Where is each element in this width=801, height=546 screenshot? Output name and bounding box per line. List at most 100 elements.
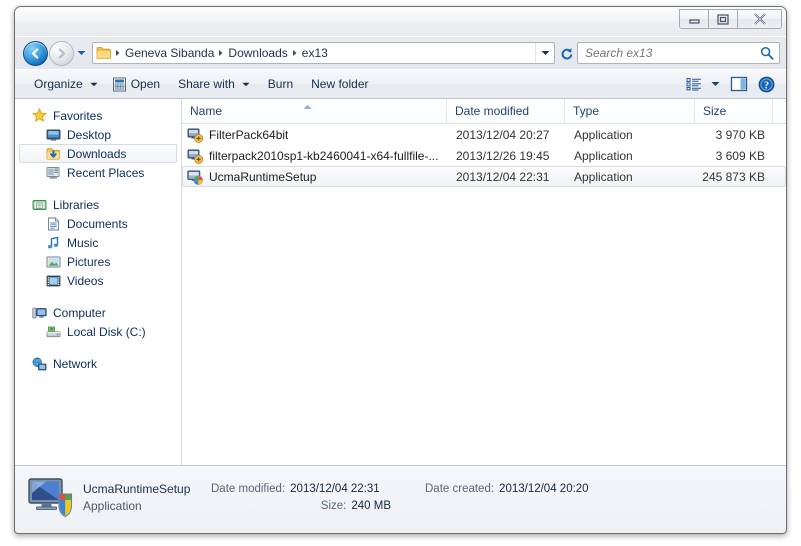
sidebar-item-videos[interactable]: Videos	[15, 271, 181, 290]
organize-button[interactable]: Organize	[23, 73, 105, 95]
file-name-cell: filterpack2010sp1-kb2460041-x64-fullfile…	[183, 148, 448, 164]
table-row[interactable]: filterpack2010sp1-kb2460041-x64-fullfile…	[182, 145, 786, 166]
column-header-label: Type	[573, 104, 600, 118]
details-date-created-value: 2013/12/04 20:20	[499, 482, 589, 495]
sidebar-group-favorites[interactable]: Favorites	[15, 106, 181, 125]
details-subtitle: Application	[83, 498, 142, 513]
column-header-filler	[773, 99, 786, 123]
sidebar-item-music[interactable]: Music	[15, 233, 181, 252]
file-size-cell: 3 970 KB	[715, 127, 765, 142]
column-header-size[interactable]: Size	[695, 99, 773, 123]
network-icon	[31, 357, 48, 371]
minimize-button[interactable]	[679, 9, 708, 29]
preview-pane-button[interactable]	[725, 73, 753, 95]
maximize-button[interactable]	[708, 9, 737, 29]
details-size: Size: 240 MB	[211, 497, 391, 514]
address-dropdown-button[interactable]	[535, 43, 554, 63]
recent-places-icon	[45, 166, 62, 180]
open-file-icon	[112, 77, 127, 92]
preview-pane-icon	[730, 76, 748, 92]
window-controls	[679, 9, 782, 30]
forward-button[interactable]	[49, 40, 74, 66]
breadcrumb-separator[interactable]	[217, 49, 225, 57]
breadcrumb-item-2[interactable]: ex13	[299, 46, 331, 60]
close-button[interactable]	[737, 9, 782, 29]
folder-icon	[96, 46, 112, 60]
details-spacer	[391, 497, 786, 514]
burn-label: Burn	[267, 77, 294, 91]
file-size-cell: 245 873 KB	[702, 169, 765, 184]
details-size-label: Size:	[320, 499, 347, 512]
downloads-icon	[45, 147, 62, 161]
desktop-icon	[45, 128, 62, 142]
help-button[interactable]: ?	[753, 73, 780, 95]
share-with-button[interactable]: Share with	[167, 73, 257, 95]
details-date-created-label: Date created:	[425, 482, 495, 495]
table-row[interactable]: UcmaRuntimeSetup 2013/12/04 22:31 Applic…	[182, 166, 786, 187]
details-date-modified-label: Date modified:	[211, 482, 286, 495]
search-box[interactable]	[577, 42, 780, 64]
details-date-modified-value: 2013/12/04 22:31	[290, 482, 380, 495]
star-icon	[31, 108, 48, 123]
back-button[interactable]	[23, 40, 48, 66]
breadcrumb-separator[interactable]	[291, 49, 299, 57]
open-button[interactable]: Open	[105, 73, 167, 95]
table-row[interactable]: FilterPack64bit 2013/12/04 20:27 Applica…	[182, 124, 786, 145]
new-folder-button[interactable]: New folder	[300, 73, 375, 95]
open-label: Open	[130, 77, 161, 91]
sidebar-item-label: Documents	[67, 216, 128, 231]
sidebar-item-pictures[interactable]: Pictures	[15, 252, 181, 271]
column-header-type[interactable]: Type	[565, 99, 695, 123]
burn-button[interactable]: Burn	[257, 73, 300, 95]
view-list-icon	[686, 77, 703, 91]
breadcrumb-item-0[interactable]: Geneva Sibanda	[122, 46, 217, 60]
details-size-value: 240 MB	[351, 499, 391, 512]
file-rows: FilterPack64bit 2013/12/04 20:27 Applica…	[182, 124, 786, 465]
breadcrumb-bar[interactable]: Geneva Sibanda Downloads ex13	[92, 42, 555, 64]
sidebar-item-recent-places[interactable]: Recent Places	[15, 163, 181, 182]
breadcrumb-item-1[interactable]: Downloads	[225, 46, 290, 60]
sidebar-group-label: Libraries	[53, 197, 100, 212]
file-type-cell: Application	[574, 148, 633, 163]
details-identity: UcmaRuntimeSetup Application	[75, 480, 211, 514]
explorer-body: Favorites Desktop Downloads Recent Place…	[15, 99, 786, 465]
breadcrumb-separator[interactable]	[114, 49, 122, 57]
new-folder-label: New folder	[311, 77, 369, 91]
column-header-date-modified[interactable]: Date modified	[447, 99, 565, 123]
column-header-name[interactable]: Name	[182, 99, 447, 123]
details-column-right: Date created: 2013/12/04 20:20	[391, 480, 786, 514]
sidebar-group-network[interactable]: Network	[15, 354, 181, 373]
sidebar-group-libraries[interactable]: Libraries	[15, 195, 181, 214]
history-dropdown-button[interactable]	[74, 43, 89, 63]
refresh-button[interactable]	[556, 43, 576, 63]
sidebar-group-computer[interactable]: Computer	[15, 303, 181, 322]
sidebar-item-desktop[interactable]: Desktop	[15, 125, 181, 144]
search-icon[interactable]	[760, 46, 779, 60]
title-bar	[15, 7, 786, 37]
sidebar-item-label: Downloads	[67, 146, 127, 161]
file-date-cell: 2013/12/26 19:45	[456, 148, 550, 163]
libraries-icon	[31, 198, 48, 212]
chevron-down-icon	[235, 82, 250, 87]
installer-icon	[187, 148, 203, 164]
file-name-label: filterpack2010sp1-kb2460041-x64-fullfile…	[209, 148, 439, 163]
sidebar-item-documents[interactable]: Documents	[15, 214, 181, 233]
details-date-modified: Date modified: 2013/12/04 22:31	[211, 480, 391, 497]
navigation-pane[interactable]: Favorites Desktop Downloads Recent Place…	[15, 99, 182, 465]
harddisk-icon	[45, 325, 62, 339]
setup-shield-icon	[187, 169, 203, 185]
file-date-cell: 2013/12/04 22:31	[456, 169, 550, 184]
view-options-button[interactable]	[681, 73, 725, 95]
search-input[interactable]	[578, 46, 760, 60]
sidebar-item-label: Desktop	[67, 127, 112, 142]
sidebar-item-local-disk-c[interactable]: Local Disk (C:)	[15, 322, 181, 341]
file-type-cell: Application	[574, 127, 633, 142]
file-name-label: FilterPack64bit	[209, 127, 289, 142]
computer-icon	[31, 306, 48, 320]
sidebar-item-label: Recent Places	[67, 165, 145, 180]
sidebar-item-label: Pictures	[67, 254, 111, 269]
sidebar-item-downloads[interactable]: Downloads	[19, 144, 177, 163]
